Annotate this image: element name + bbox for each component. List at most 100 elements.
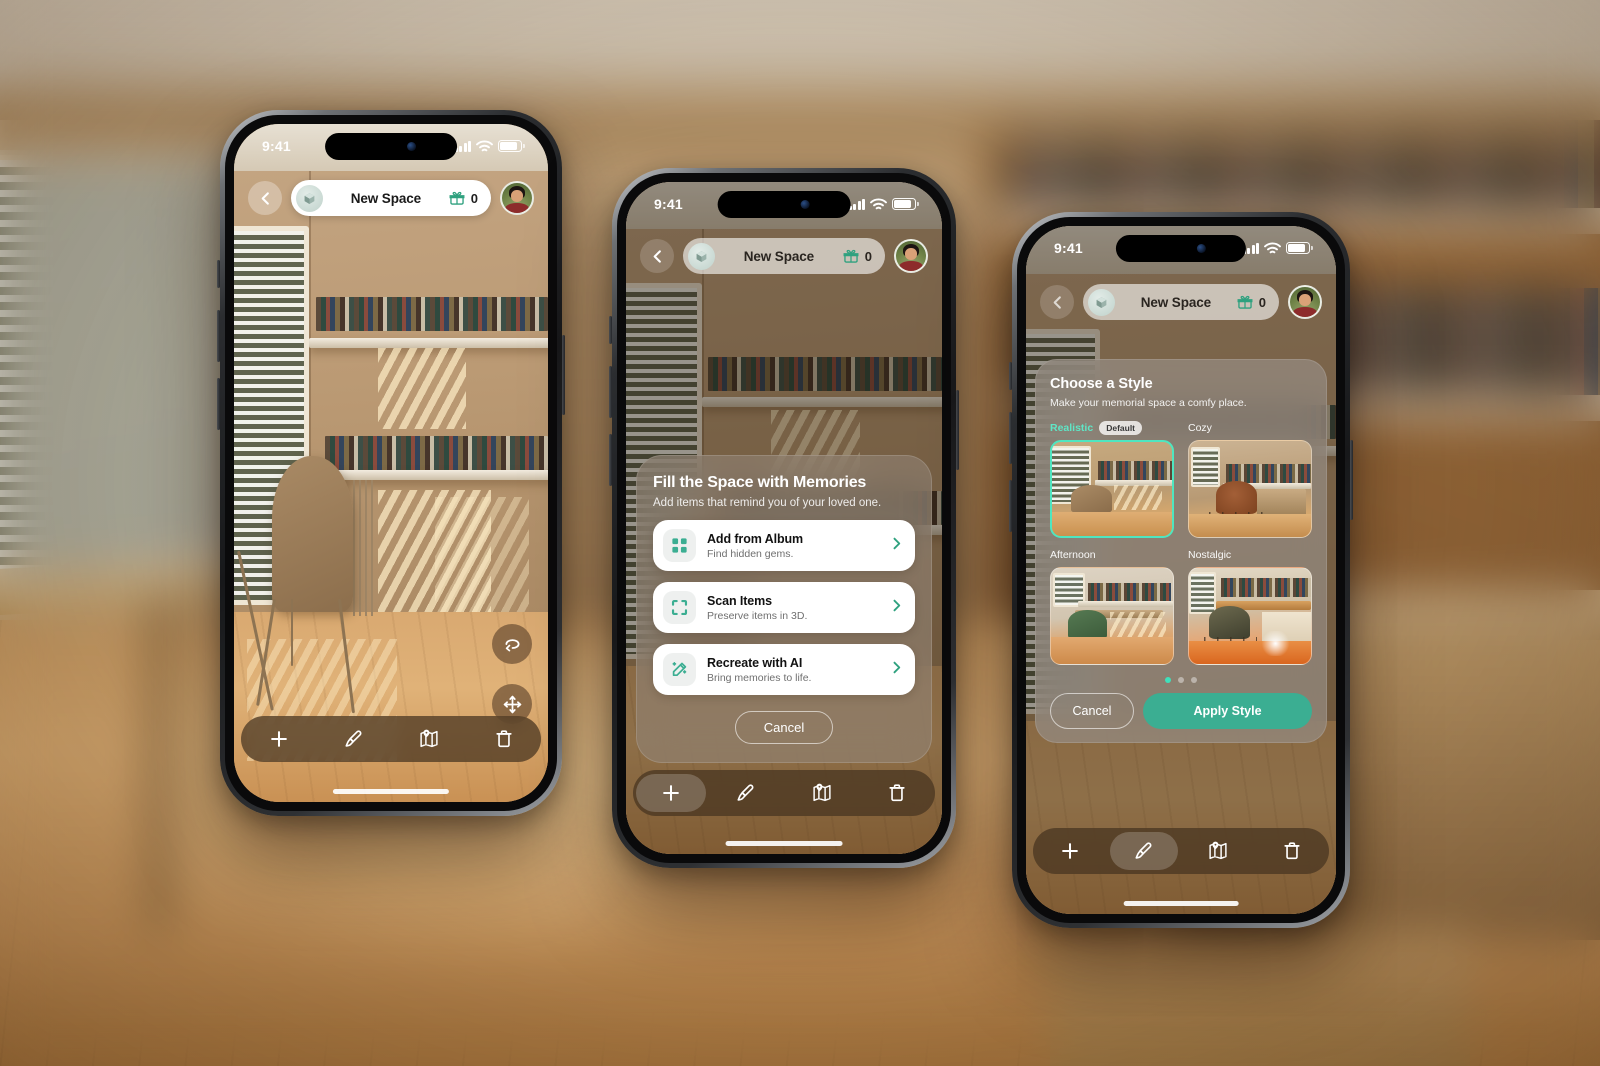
avatar[interactable] <box>894 239 928 273</box>
space-pill[interactable]: New Space 0 <box>683 238 885 274</box>
style-label: Cozy <box>1188 422 1212 434</box>
phone2-screen: 9:41 New Space 0 Fill the Space with Mem… <box>626 182 942 854</box>
avatar[interactable] <box>500 181 534 215</box>
toolbar-delete-button[interactable] <box>469 720 538 758</box>
toolbar-map-button[interactable] <box>787 774 857 812</box>
sheet-title: Fill the Space with Memories <box>653 474 867 491</box>
style-thumbnail[interactable] <box>1050 440 1174 538</box>
gift-icon <box>843 249 859 263</box>
dot-3[interactable] <box>1191 677 1197 683</box>
toolbar-delete-button[interactable] <box>863 774 933 812</box>
chevron-left-icon <box>1053 295 1061 309</box>
trash-icon <box>1284 842 1300 860</box>
toolbar-add-button[interactable] <box>636 774 706 812</box>
trash-icon <box>889 784 905 802</box>
toolbar-style-button[interactable] <box>319 720 388 758</box>
sheet-subtitle: Add items that remind you of your loved … <box>653 497 882 509</box>
battery-icon <box>498 140 525 152</box>
magic-wand-icon <box>663 653 696 686</box>
space-pill[interactable]: New Space 0 <box>291 180 491 216</box>
cancel-button[interactable]: Cancel <box>1050 693 1134 729</box>
style-grid: Realistic Default Cozy Afternoon Nostalg… <box>1050 420 1312 665</box>
wifi-icon <box>870 198 887 209</box>
toolbar-style-button[interactable] <box>712 774 782 812</box>
cancel-button[interactable]: Cancel <box>734 711 834 744</box>
fill-space-sheet: Fill the Space with Memories Add items t… <box>636 455 932 763</box>
style-label: Nostalgic <box>1188 549 1232 561</box>
avatar[interactable] <box>1288 285 1322 319</box>
wifi-icon <box>1264 242 1281 253</box>
apply-style-button[interactable]: Apply Style <box>1143 693 1312 729</box>
plus-icon <box>662 785 679 801</box>
style-option-afternoon[interactable]: Afternoon <box>1050 547 1174 665</box>
option-desc: Find hidden gems. <box>707 547 794 560</box>
front-camera-icon <box>800 200 810 209</box>
option-title: Scan Items <box>707 593 773 608</box>
gift-counter[interactable]: 0 <box>449 190 478 206</box>
map-pin-icon <box>1209 841 1227 860</box>
chevron-left-icon <box>261 191 269 205</box>
default-badge: Default <box>1099 421 1143 435</box>
gift-count: 0 <box>470 190 478 206</box>
toolbar-add-button[interactable] <box>1036 832 1104 870</box>
option-title: Recreate with AI <box>707 655 803 670</box>
rotate-button[interactable] <box>492 624 532 664</box>
back-button[interactable] <box>248 181 282 215</box>
back-button[interactable] <box>1040 285 1074 319</box>
toolbar-add-button[interactable] <box>244 720 313 758</box>
gift-icon <box>1237 295 1253 309</box>
gift-counter[interactable]: 0 <box>1237 294 1266 310</box>
cellular-bars-icon <box>848 198 865 210</box>
style-label: Realistic <box>1050 422 1094 434</box>
cellular-bars-icon <box>454 140 471 152</box>
dot-1[interactable] <box>1165 677 1171 683</box>
style-thumbnail[interactable] <box>1188 440 1312 538</box>
home-indicator <box>725 841 843 846</box>
style-option-cozy[interactable]: Cozy <box>1188 420 1312 538</box>
bottom-toolbar-1 <box>241 716 541 762</box>
scan-frame-icon <box>663 591 696 624</box>
style-thumbnail[interactable] <box>1188 567 1312 665</box>
front-camera-icon <box>1196 244 1206 253</box>
status-time: 9:41 <box>654 196 683 212</box>
map-pin-icon <box>419 729 438 748</box>
phone-mockup-3: 9:41 New Space 0 Choose a Style Make you… <box>1009 212 1353 928</box>
paintbrush-icon <box>737 784 754 801</box>
dot-2[interactable] <box>1178 677 1184 683</box>
toolbar-style-button[interactable] <box>1110 832 1178 870</box>
panel-title: Choose a Style <box>1050 376 1153 392</box>
style-option-nostalgic[interactable]: Nostalgic <box>1188 547 1312 665</box>
toolbar-map-button[interactable] <box>1184 832 1252 870</box>
wifi-icon <box>476 140 493 151</box>
chevron-right-icon <box>890 599 903 617</box>
front-camera-icon <box>407 142 417 151</box>
dynamic-island <box>717 191 851 218</box>
style-thumbnail[interactable] <box>1050 567 1174 665</box>
gift-count: 0 <box>1258 294 1266 310</box>
space-name: New Space <box>350 190 422 206</box>
toolbar-delete-button[interactable] <box>1258 832 1326 870</box>
space-pill[interactable]: New Space 0 <box>1083 284 1279 320</box>
option-add-from-album[interactable]: Add from Album Find hidden gems. <box>653 520 915 571</box>
chevron-right-icon <box>890 661 903 679</box>
bottom-toolbar-3 <box>1033 828 1329 874</box>
option-title: Add from Album <box>707 531 804 546</box>
grid-squares-icon <box>663 529 696 562</box>
option-scan-items[interactable]: Scan Items Preserve items in 3D. <box>653 582 915 633</box>
choose-style-panel: Choose a Style Make your memorial space … <box>1035 359 1327 743</box>
gift-counter[interactable]: 0 <box>843 248 872 264</box>
home-indicator <box>1123 901 1239 906</box>
style-option-realistic[interactable]: Realistic Default <box>1050 420 1174 538</box>
panel-subtitle: Make your memorial space a comfy place. <box>1050 397 1247 409</box>
pagination-dots <box>1050 677 1312 683</box>
app-header-3: New Space 0 <box>1026 284 1336 320</box>
back-button[interactable] <box>640 239 674 273</box>
toolbar-map-button[interactable] <box>394 720 463 758</box>
option-recreate-with-ai[interactable]: Recreate with AI Bring memories to life. <box>653 644 915 695</box>
app-header-2: New Space 0 <box>626 238 942 274</box>
option-desc: Bring memories to life. <box>707 671 812 684</box>
phone3-screen: 9:41 New Space 0 Choose a Style Make you… <box>1026 226 1336 914</box>
move-arrows-icon <box>503 695 521 713</box>
home-indicator <box>332 789 450 794</box>
chevron-right-icon <box>890 537 903 555</box>
